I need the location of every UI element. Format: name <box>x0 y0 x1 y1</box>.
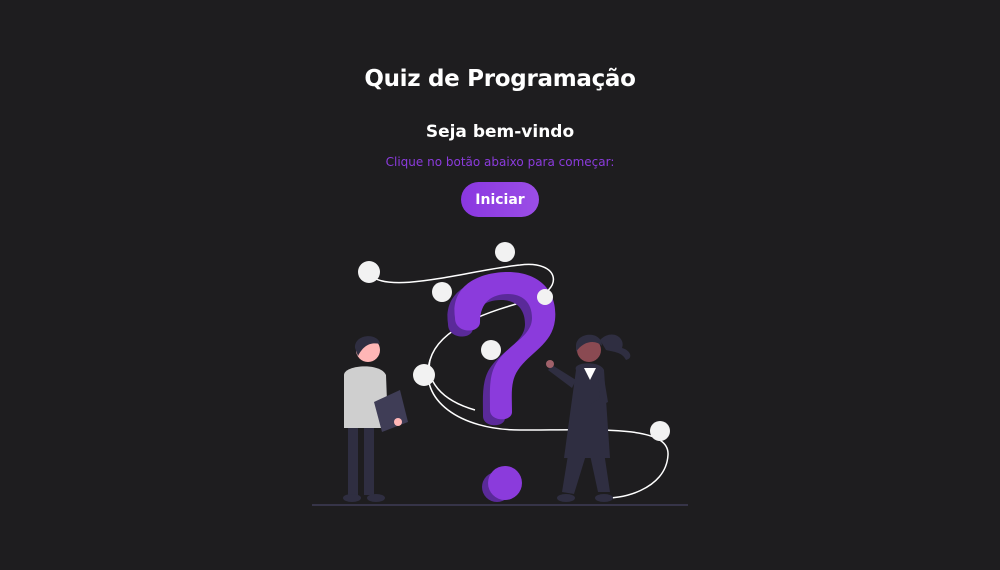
person-right <box>546 334 631 502</box>
instruction-text: Clique no botão abaixo para começar: <box>385 155 615 169</box>
string-front <box>428 359 476 411</box>
ball <box>413 364 435 386</box>
question-dot <box>488 466 522 500</box>
welcome-heading: Seja bem-vindo <box>425 122 575 142</box>
start-button[interactable]: Iniciar <box>461 182 539 217</box>
question-mark-illustration <box>312 242 688 506</box>
ball <box>537 289 553 305</box>
ball <box>358 261 380 283</box>
ball <box>495 242 515 262</box>
quiz-welcome-page: Quiz de Programação Seja bem-vindo Cliqu… <box>0 0 1000 570</box>
person-left <box>343 336 408 502</box>
ball <box>481 340 501 360</box>
ball <box>432 282 452 302</box>
page-title: Quiz de Programação <box>364 66 636 92</box>
ball <box>650 421 670 441</box>
